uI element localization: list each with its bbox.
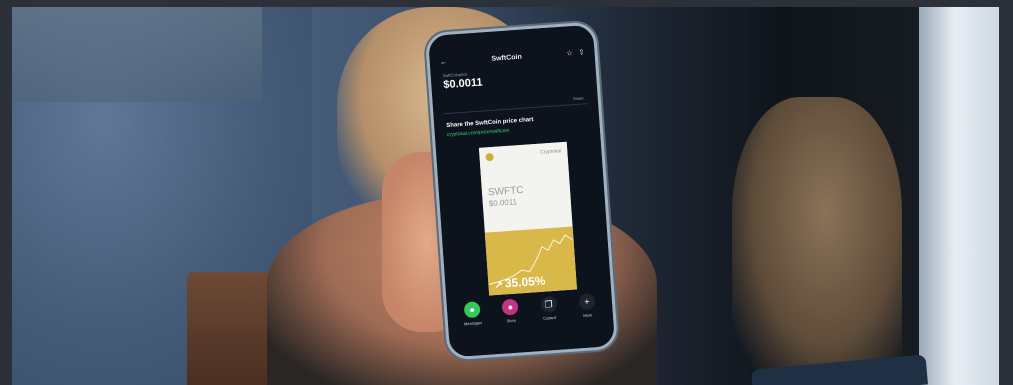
app-title: SwftCoin: [491, 53, 522, 63]
back-arrow-icon[interactable]: ←: [440, 58, 447, 65]
coin-price: $0.0011: [443, 76, 483, 92]
action-messages[interactable]: ● Messages: [457, 301, 489, 327]
action-label: Copied: [543, 314, 557, 321]
action-copy[interactable]: ❐ Copied: [533, 295, 565, 321]
photo-frame: ← SwftCoin ☆ ⇪ SwftCoinprice $0.0011 Sha…: [12, 7, 999, 385]
share-link[interactable]: cryptokai.com/price/swftcoin: [447, 128, 510, 138]
card-price: $0.0011: [488, 197, 518, 209]
action-label: More: [583, 312, 593, 318]
story-icon: ●: [501, 298, 519, 316]
divider: [443, 103, 589, 115]
smartphone: ← SwftCoin ☆ ⇪ SwftCoinprice $0.0011 Sha…: [424, 21, 619, 361]
tab-share[interactable]: Share: [573, 95, 584, 101]
action-label: Story: [506, 317, 517, 324]
window-light: [919, 7, 999, 385]
dragon-statue: [732, 97, 902, 385]
share-actions: ● Messages ● Story ❐ Copied + More: [457, 293, 603, 327]
messages-icon: ●: [463, 301, 481, 319]
share-icon[interactable]: ⇪: [578, 48, 584, 56]
plus-icon: +: [578, 293, 596, 311]
share-card: Cryptokai SWFTC $0.0011 ↗35.05%: [478, 141, 577, 296]
arrow-up-right-icon: ↗: [494, 279, 504, 292]
wall-painting: [12, 7, 262, 102]
star-icon[interactable]: ☆: [566, 49, 573, 57]
app-topbar: ← SwftCoin ☆ ⇪: [439, 45, 585, 69]
topbar-icons: ☆ ⇪: [566, 48, 585, 57]
action-story[interactable]: ● Story: [495, 298, 527, 324]
card-chart-area: ↗35.05%: [484, 226, 577, 296]
card-change-value: 35.05%: [504, 273, 546, 291]
share-title: Share the SwftCoin price chart: [446, 117, 534, 130]
copy-icon: ❐: [540, 295, 558, 313]
action-more[interactable]: + More: [571, 293, 603, 319]
phone-screen: ← SwftCoin ☆ ⇪ SwftCoinprice $0.0011 Sha…: [427, 24, 616, 358]
action-label: Messages: [463, 320, 483, 327]
